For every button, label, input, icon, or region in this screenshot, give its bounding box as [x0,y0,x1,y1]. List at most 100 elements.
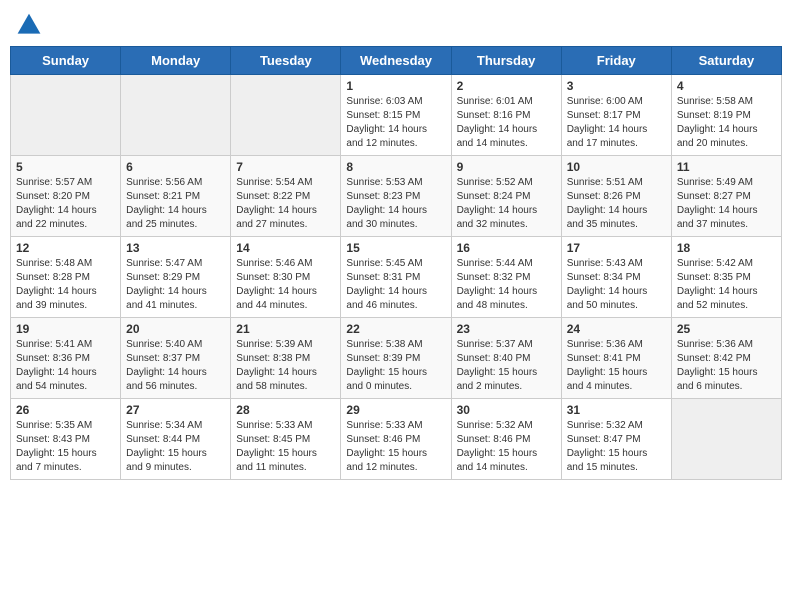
calendar-week-row: 12Sunrise: 5:48 AM Sunset: 8:28 PM Dayli… [11,237,782,318]
day-number: 23 [457,322,556,336]
day-info: Sunrise: 5:38 AM Sunset: 8:39 PM Dayligh… [346,338,445,394]
calendar-day-cell: 10 Sunrise: 5:51 AM Sunset: 8:26 PM Dayli… [561,156,671,237]
day-number: 29 [346,403,445,417]
day-number: 26 [16,403,115,417]
calendar-week-row: 5 Sunrise: 5:57 AM Sunset: 8:20 PM Daylig… [11,156,782,237]
calendar-day-cell: 23 Sunrise: 5:37 AM Sunset: 8:40 PM Dayli… [451,318,561,399]
day-info: Sunrise: 6:03 AM Sunset: 8:15 PM Dayligh… [346,95,445,151]
day-info: Sunrise: 5:58 AM Sunset: 8:19 PM Dayligh… [677,95,776,151]
calendar-week-row: 19 Sunrise: 5:41 AM Sunset: 8:36 PM Dayli… [11,318,782,399]
day-info: Sunrise: 5:32 AM Sunset: 8:46 PM Dayligh… [457,419,556,475]
day-of-week-header: Friday [561,47,671,75]
day-number: 10 [567,160,666,174]
calendar-day-cell: 31Sunrise: 5:32 AM Sunset: 8:47 PM Dayli… [561,399,671,480]
day-number: 27 [126,403,225,417]
day-info: Sunrise: 5:36 AM Sunset: 8:42 PM Dayligh… [677,338,776,394]
calendar-day-cell: 13Sunrise: 5:47 AM Sunset: 8:29 PM Dayli… [121,237,231,318]
day-info: Sunrise: 5:43 AM Sunset: 8:34 PM Dayligh… [567,257,666,313]
day-info: Sunrise: 5:44 AM Sunset: 8:32 PM Dayligh… [457,257,556,313]
logo-icon [14,10,44,40]
calendar-table: SundayMondayTuesdayWednesdayThursdayFrid… [10,46,782,480]
calendar-day-cell [671,399,781,480]
day-number: 6 [126,160,225,174]
day-number: 14 [236,241,335,255]
day-info: Sunrise: 5:32 AM Sunset: 8:47 PM Dayligh… [567,419,666,475]
day-number: 3 [567,79,666,93]
day-number: 18 [677,241,776,255]
day-header-row: SundayMondayTuesdayWednesdayThursdayFrid… [11,47,782,75]
day-info: Sunrise: 6:00 AM Sunset: 8:17 PM Dayligh… [567,95,666,151]
day-of-week-header: Sunday [11,47,121,75]
calendar-day-cell: 1 Sunrise: 6:03 AM Sunset: 8:15 PM Daylig… [341,75,451,156]
calendar-day-cell: 27 Sunrise: 5:34 AM Sunset: 8:44 PM Dayli… [121,399,231,480]
day-number: 7 [236,160,335,174]
day-info: Sunrise: 5:49 AM Sunset: 8:27 PM Dayligh… [677,176,776,232]
calendar-day-cell: 19 Sunrise: 5:41 AM Sunset: 8:36 PM Dayli… [11,318,121,399]
calendar-day-cell: 4 Sunrise: 5:58 AM Sunset: 8:19 PM Daylig… [671,75,781,156]
day-number: 2 [457,79,556,93]
day-number: 30 [457,403,556,417]
day-info: Sunrise: 5:53 AM Sunset: 8:23 PM Dayligh… [346,176,445,232]
calendar-day-cell: 9 Sunrise: 5:52 AM Sunset: 8:24 PM Daylig… [451,156,561,237]
calendar-day-cell: 17Sunrise: 5:43 AM Sunset: 8:34 PM Dayli… [561,237,671,318]
calendar-week-row: 1 Sunrise: 6:03 AM Sunset: 8:15 PM Daylig… [11,75,782,156]
day-info: Sunrise: 6:01 AM Sunset: 8:16 PM Dayligh… [457,95,556,151]
day-info: Sunrise: 5:54 AM Sunset: 8:22 PM Dayligh… [236,176,335,232]
calendar-day-cell: 7 Sunrise: 5:54 AM Sunset: 8:22 PM Daylig… [231,156,341,237]
calendar-day-cell: 14Sunrise: 5:46 AM Sunset: 8:30 PM Dayli… [231,237,341,318]
calendar-day-cell: 2 Sunrise: 6:01 AM Sunset: 8:16 PM Daylig… [451,75,561,156]
day-of-week-header: Wednesday [341,47,451,75]
day-number: 1 [346,79,445,93]
calendar-week-row: 26 Sunrise: 5:35 AM Sunset: 8:43 PM Dayli… [11,399,782,480]
day-info: Sunrise: 5:51 AM Sunset: 8:26 PM Dayligh… [567,176,666,232]
day-info: Sunrise: 5:52 AM Sunset: 8:24 PM Dayligh… [457,176,556,232]
day-of-week-header: Saturday [671,47,781,75]
calendar-day-cell: 21Sunrise: 5:39 AM Sunset: 8:38 PM Dayli… [231,318,341,399]
day-info: Sunrise: 5:57 AM Sunset: 8:20 PM Dayligh… [16,176,115,232]
day-number: 4 [677,79,776,93]
calendar-day-cell: 30 Sunrise: 5:32 AM Sunset: 8:46 PM Dayli… [451,399,561,480]
day-number: 11 [677,160,776,174]
day-info: Sunrise: 5:40 AM Sunset: 8:37 PM Dayligh… [126,338,225,394]
day-number: 21 [236,322,335,336]
day-info: Sunrise: 5:45 AM Sunset: 8:31 PM Dayligh… [346,257,445,313]
calendar-day-cell: 3 Sunrise: 6:00 AM Sunset: 8:17 PM Daylig… [561,75,671,156]
day-info: Sunrise: 5:33 AM Sunset: 8:46 PM Dayligh… [346,419,445,475]
day-info: Sunrise: 5:47 AM Sunset: 8:29 PM Dayligh… [126,257,225,313]
day-number: 28 [236,403,335,417]
day-info: Sunrise: 5:36 AM Sunset: 8:41 PM Dayligh… [567,338,666,394]
calendar-day-cell: 18 Sunrise: 5:42 AM Sunset: 8:35 PM Dayli… [671,237,781,318]
calendar-day-cell: 20Sunrise: 5:40 AM Sunset: 8:37 PM Dayli… [121,318,231,399]
day-of-week-header: Tuesday [231,47,341,75]
calendar-day-cell: 25 Sunrise: 5:36 AM Sunset: 8:42 PM Dayli… [671,318,781,399]
day-number: 19 [16,322,115,336]
calendar-day-cell: 5 Sunrise: 5:57 AM Sunset: 8:20 PM Daylig… [11,156,121,237]
day-number: 22 [346,322,445,336]
calendar-day-cell: 28Sunrise: 5:33 AM Sunset: 8:45 PM Dayli… [231,399,341,480]
calendar-day-cell: 15 Sunrise: 5:45 AM Sunset: 8:31 PM Dayli… [341,237,451,318]
day-info: Sunrise: 5:56 AM Sunset: 8:21 PM Dayligh… [126,176,225,232]
calendar-day-cell: 8 Sunrise: 5:53 AM Sunset: 8:23 PM Daylig… [341,156,451,237]
calendar-day-cell: 12Sunrise: 5:48 AM Sunset: 8:28 PM Dayli… [11,237,121,318]
calendar-day-cell: 29 Sunrise: 5:33 AM Sunset: 8:46 PM Dayli… [341,399,451,480]
day-number: 24 [567,322,666,336]
day-number: 25 [677,322,776,336]
calendar-day-cell: 24 Sunrise: 5:36 AM Sunset: 8:41 PM Dayli… [561,318,671,399]
day-number: 5 [16,160,115,174]
day-info: Sunrise: 5:41 AM Sunset: 8:36 PM Dayligh… [16,338,115,394]
day-info: Sunrise: 5:37 AM Sunset: 8:40 PM Dayligh… [457,338,556,394]
day-of-week-header: Thursday [451,47,561,75]
day-info: Sunrise: 5:34 AM Sunset: 8:44 PM Dayligh… [126,419,225,475]
day-number: 9 [457,160,556,174]
calendar-day-cell [11,75,121,156]
calendar-day-cell [231,75,341,156]
day-info: Sunrise: 5:35 AM Sunset: 8:43 PM Dayligh… [16,419,115,475]
day-info: Sunrise: 5:42 AM Sunset: 8:35 PM Dayligh… [677,257,776,313]
calendar-day-cell: 22 Sunrise: 5:38 AM Sunset: 8:39 PM Dayli… [341,318,451,399]
day-number: 15 [346,241,445,255]
calendar-day-cell: 26 Sunrise: 5:35 AM Sunset: 8:43 PM Dayli… [11,399,121,480]
calendar-day-cell [121,75,231,156]
day-number: 8 [346,160,445,174]
day-number: 16 [457,241,556,255]
day-of-week-header: Monday [121,47,231,75]
